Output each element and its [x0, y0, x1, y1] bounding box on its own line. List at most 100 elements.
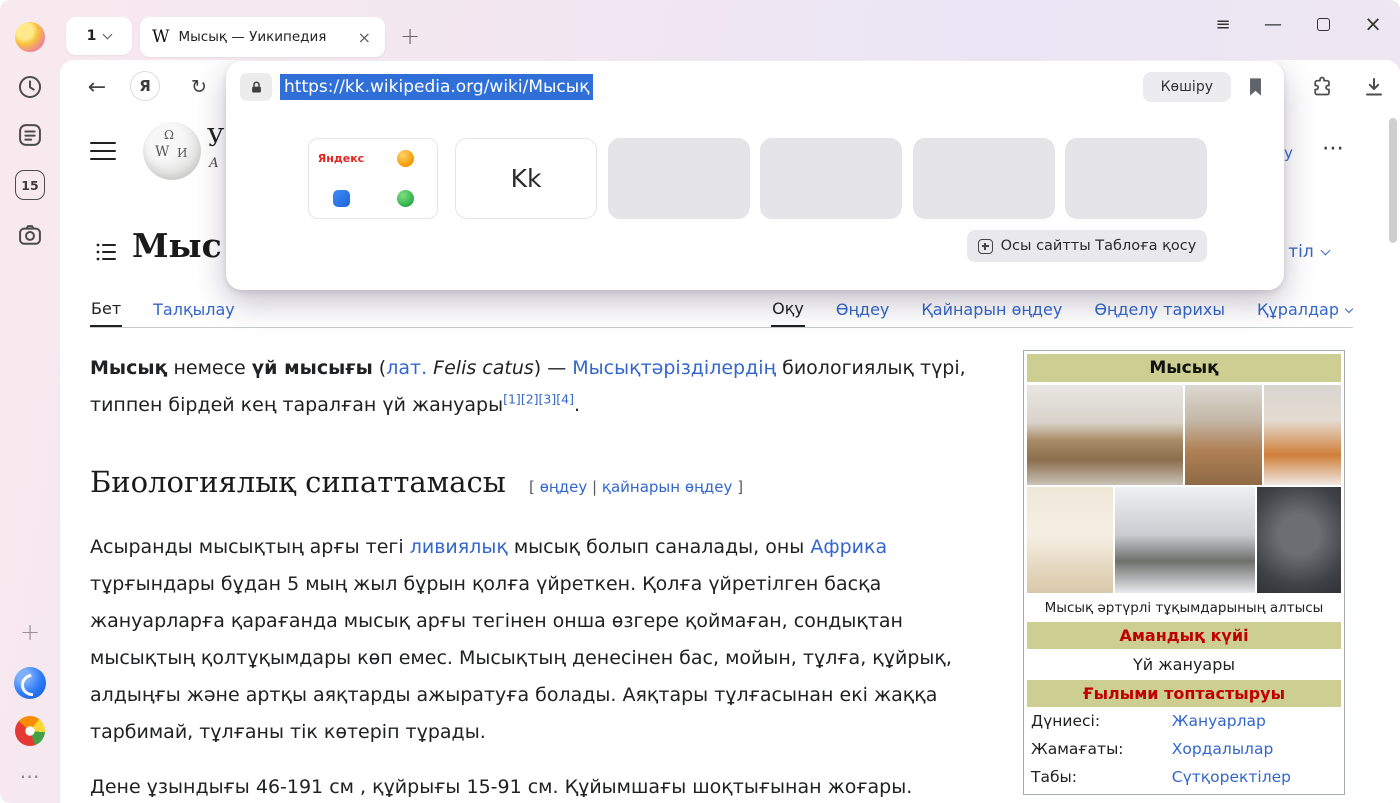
- reference-link[interactable]: [2]: [521, 392, 539, 407]
- cat-photo-gray-tabby[interactable]: [1115, 487, 1255, 593]
- add-square-icon: [978, 239, 993, 254]
- tablo-tile-empty[interactable]: [913, 138, 1055, 219]
- minimize-button[interactable]: —: [1260, 14, 1286, 35]
- tablo-tile-empty[interactable]: [760, 138, 902, 219]
- hamburger-icon: [90, 158, 116, 160]
- taxonomy-label: Дүниесі:: [1031, 712, 1172, 730]
- wiki-link[interactable]: ливиялық: [410, 536, 508, 558]
- cat-photo-siamese[interactable]: [1027, 487, 1113, 593]
- tab-tools[interactable]: Құралдар: [1256, 296, 1353, 327]
- bracket: [: [529, 478, 535, 496]
- separator: |: [592, 478, 597, 496]
- tab-edit-source[interactable]: Қайнарын өңдеу: [920, 296, 1063, 327]
- cat-photo-white-orange[interactable]: [1264, 385, 1341, 485]
- text-run: Асыранды мысықтың арғы тегі: [90, 536, 410, 558]
- yandex-browser-icon[interactable]: [14, 667, 46, 699]
- browser-window: 15 + ⋯ 1 W Мысық — Уикипедия × +: [0, 0, 1400, 803]
- globe-letter: И: [177, 146, 187, 160]
- tab-read[interactable]: Оқу: [771, 296, 805, 327]
- tabs-count-badge: 15: [21, 178, 38, 193]
- wiki-link[interactable]: лат.: [386, 357, 427, 379]
- screenshot-button[interactable]: [16, 221, 44, 249]
- maximize-button[interactable]: [1310, 18, 1336, 31]
- bookmark-button[interactable]: [1247, 77, 1264, 97]
- close-button[interactable]: ×: [1360, 12, 1386, 36]
- edit-source-link[interactable]: қайнарын өңдеу: [602, 478, 733, 496]
- section-heading-text: Биологиялық сипаттамасы: [90, 465, 506, 499]
- reference-link[interactable]: [4]: [556, 392, 574, 407]
- taxonomy-row: Табы: Сүтқоректілер: [1027, 763, 1341, 791]
- globe-letter: W: [155, 144, 169, 160]
- tab-title: Мысық — Уикипедия: [178, 29, 346, 45]
- wiki-more-menu[interactable]: ⋯: [1322, 136, 1345, 161]
- tablo-tile-kk-wikipedia[interactable]: Kk: [455, 138, 597, 219]
- text-run: Мысық: [90, 357, 167, 379]
- reference-link[interactable]: [3]: [539, 392, 557, 407]
- wiki-account-link-partial[interactable]: у: [1284, 144, 1293, 162]
- favicon-blue-site[interactable]: [309, 179, 373, 219]
- tab-page[interactable]: Бет: [90, 296, 122, 327]
- cat-photo-dark-gray[interactable]: [1257, 487, 1341, 593]
- contents-toggle-button[interactable]: [94, 240, 118, 268]
- camera-icon: [16, 221, 44, 249]
- add-to-tablo-button[interactable]: Осы сайтты Таблоға қосу: [967, 230, 1207, 262]
- hamburger-icon: [90, 150, 116, 152]
- cat-photos-row1: [1027, 385, 1341, 485]
- tabs-count-button[interactable]: 15: [15, 170, 45, 200]
- url-input[interactable]: https://kk.wikipedia.org/wiki/Мысық: [280, 74, 593, 100]
- text-run: үй мысығы: [252, 357, 373, 379]
- history-button[interactable]: [16, 73, 44, 101]
- paragraph: Асыранды мысықтың арғы тегі ливиялық мыс…: [90, 529, 998, 751]
- status-value: Үй жануары: [1027, 649, 1341, 680]
- blue-site-icon: [333, 190, 350, 207]
- browser-menu-button[interactable]: ≡: [1210, 14, 1236, 35]
- bookmark-icon: [1247, 77, 1264, 97]
- yandex-logo-text: Яндекс: [318, 152, 364, 165]
- tab-talk[interactable]: Талқылау: [152, 296, 236, 327]
- hamburger-icon: [90, 142, 116, 144]
- infobox-title: Мысық: [1027, 354, 1341, 382]
- edit-link[interactable]: өңдеу: [540, 478, 588, 496]
- favicon-yandex[interactable]: Яндекс: [309, 139, 373, 179]
- taxonomy-link[interactable]: Сүтқоректілер: [1172, 768, 1291, 786]
- sidebar-add-button[interactable]: +: [20, 618, 40, 646]
- tab-counter-value: 1: [87, 28, 97, 44]
- wikipedia-logo[interactable]: Ω W И: [143, 122, 201, 180]
- tab-history[interactable]: Өңделу тарихы: [1093, 296, 1226, 327]
- wiki-link[interactable]: Африка: [810, 536, 887, 558]
- taxonomy-link[interactable]: Жануарлар: [1172, 712, 1266, 730]
- profile-avatar[interactable]: [15, 22, 45, 52]
- window-controls: ≡ — ×: [1210, 6, 1386, 42]
- tab-counter[interactable]: 1: [66, 17, 132, 55]
- taxonomy-link[interactable]: Хордалылар: [1172, 740, 1274, 758]
- sidebar-more-button[interactable]: ⋯: [20, 764, 41, 788]
- copy-url-button[interactable]: Көшіру: [1143, 72, 1231, 102]
- text-run: тұрғындары бұдан 5 мың жыл бұрын қолға ү…: [90, 573, 952, 743]
- globe-letter: Ω: [164, 128, 174, 142]
- tab-close-icon[interactable]: ×: [356, 28, 373, 47]
- text-run: (: [373, 357, 386, 379]
- favicon-green-site[interactable]: [373, 179, 437, 219]
- article-tabs-right: Оқу Өңдеу Қайнарын өңдеу Өңделу тарихы Қ…: [771, 296, 1353, 327]
- new-tab-button[interactable]: +: [400, 22, 420, 50]
- site-security-button[interactable]: [240, 73, 272, 101]
- favicon-orange-site[interactable]: [373, 139, 437, 179]
- wiki-link[interactable]: Мысықтәрізділердің: [572, 357, 776, 379]
- chevron-down-icon: [1345, 304, 1353, 312]
- tablo-tile-empty[interactable]: [608, 138, 750, 219]
- wikipedia-tagline-partial: А: [209, 156, 219, 171]
- bracket: ]: [737, 478, 743, 496]
- feed-button[interactable]: [16, 121, 44, 149]
- wiki-menu-button[interactable]: [90, 142, 116, 162]
- reference-link[interactable]: [1]: [503, 392, 521, 407]
- tablo-tile-empty[interactable]: [1065, 138, 1207, 219]
- cat-photo-abyssinian[interactable]: [1185, 385, 1262, 485]
- tab-edit[interactable]: Өңдеу: [835, 296, 891, 327]
- frequent-sites-group[interactable]: Яндекс: [308, 138, 438, 219]
- tab-wikipedia[interactable]: W Мысық — Уикипедия ×: [140, 17, 385, 57]
- url-row: https://kk.wikipedia.org/wiki/Мысық Көші…: [226, 71, 1284, 103]
- browser-content-area: ← Я ↻ Ω W И У: [60, 60, 1400, 803]
- cat-photo-tabby-lying[interactable]: [1027, 385, 1183, 485]
- yandex-start-icon[interactable]: [15, 716, 45, 746]
- paragraph: Дене ұзындығы 46-191 см , құйрығы 15-91 …: [90, 769, 998, 803]
